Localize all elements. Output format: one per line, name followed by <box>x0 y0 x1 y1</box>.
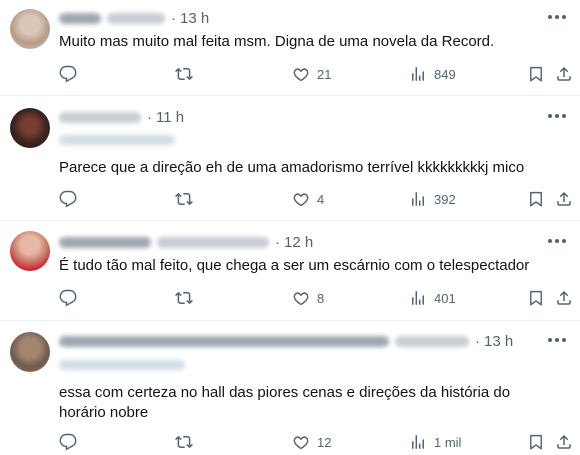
views-icon <box>412 291 424 305</box>
post-header: · 11 h <box>59 107 184 127</box>
views-icon <box>412 67 424 81</box>
share-icon <box>557 191 571 206</box>
bookmark-icon <box>530 66 542 82</box>
heart-icon <box>293 193 309 207</box>
blurred-subline <box>59 135 175 145</box>
post-actions: 21 849 <box>0 64 580 84</box>
like-count: 21 <box>317 66 332 82</box>
views-icon <box>412 435 424 449</box>
author-name[interactable] <box>59 236 151 248</box>
post[interactable]: · 13 h Muito mas muito mal feita msm. Di… <box>0 0 580 96</box>
blurred-subline <box>59 360 185 370</box>
post-actions: 8 401 <box>0 288 580 308</box>
more-icon[interactable] <box>548 15 566 21</box>
like-count: 4 <box>317 191 325 207</box>
bookmark-button[interactable] <box>527 288 545 308</box>
share-button[interactable] <box>555 64 573 84</box>
share-icon <box>557 434 571 449</box>
post-actions: 4 392 <box>0 189 580 209</box>
more-icon[interactable] <box>548 338 566 344</box>
post-header: · 12 h <box>59 232 313 252</box>
reply-button[interactable] <box>59 189 84 209</box>
author-handle[interactable] <box>107 12 165 24</box>
like-button[interactable]: 12 <box>292 432 331 452</box>
views-button[interactable]: 849 <box>409 64 456 84</box>
heart-icon <box>293 68 309 82</box>
repost-icon <box>175 192 193 206</box>
heart-icon <box>293 292 309 306</box>
repost-button[interactable] <box>175 288 200 308</box>
separator-dot: · <box>147 108 152 126</box>
share-icon <box>557 66 571 81</box>
post[interactable]: · 12 h É tudo tão mal feito, que chega a… <box>0 221 580 321</box>
post-text: Parece que a direção eh de uma amadorism… <box>59 159 525 176</box>
repost-button[interactable] <box>175 189 200 209</box>
author-name[interactable] <box>59 335 389 347</box>
post-time[interactable]: 12 h <box>284 234 313 251</box>
like-count: 8 <box>317 290 325 306</box>
post[interactable]: · 11 h Parece que a direção eh de uma am… <box>0 96 580 221</box>
bookmark-button[interactable] <box>527 432 545 452</box>
repost-button[interactable] <box>175 432 200 452</box>
post-time[interactable]: 13 h <box>180 10 209 27</box>
reply-button[interactable] <box>59 288 84 308</box>
like-button[interactable]: 4 <box>292 189 324 209</box>
views-button[interactable]: 401 <box>409 288 456 308</box>
post-text: É tudo tão mal feito, que chega a ser um… <box>59 257 530 274</box>
share-button[interactable] <box>555 288 573 308</box>
avatar[interactable] <box>10 332 50 372</box>
bookmark-icon <box>530 290 542 306</box>
separator-dot: · <box>171 9 176 27</box>
post[interactable]: · 13 h essa com certeza no hall das pior… <box>0 321 580 455</box>
repost-icon <box>175 435 193 449</box>
like-button[interactable]: 8 <box>292 288 324 308</box>
bookmark-button[interactable] <box>527 189 545 209</box>
bookmark-icon <box>530 191 542 207</box>
reply-icon <box>59 65 77 83</box>
share-button[interactable] <box>555 432 573 452</box>
views-count: 1 mil <box>434 434 462 450</box>
like-button[interactable]: 21 <box>292 64 331 84</box>
share-icon <box>557 290 571 305</box>
reply-icon <box>59 433 77 451</box>
avatar[interactable] <box>10 231 50 271</box>
more-icon[interactable] <box>548 239 566 245</box>
views-button[interactable]: 1 mil <box>409 432 461 452</box>
post-text: Muito mas muito mal feita msm. Digna de … <box>59 33 495 50</box>
post-header: · 13 h <box>59 8 209 28</box>
views-icon <box>412 192 424 206</box>
separator-dot: · <box>475 332 480 350</box>
views-count: 401 <box>434 290 456 306</box>
views-count: 392 <box>434 191 456 207</box>
post-time[interactable]: 13 h <box>484 333 513 350</box>
author-handle[interactable] <box>395 335 469 347</box>
reply-icon <box>59 289 77 307</box>
post-time[interactable]: 11 h <box>156 109 184 126</box>
reply-button[interactable] <box>59 64 84 84</box>
bookmark-icon <box>530 434 542 450</box>
separator-dot: · <box>275 233 280 251</box>
author-handle[interactable] <box>157 236 269 248</box>
post-header: · 13 h <box>59 331 513 351</box>
avatar[interactable] <box>10 108 50 148</box>
views-count: 849 <box>434 66 456 82</box>
repost-button[interactable] <box>175 64 200 84</box>
like-count: 12 <box>317 434 332 450</box>
post-actions: 12 1 mil <box>0 432 580 452</box>
more-icon[interactable] <box>548 114 566 120</box>
reply-icon <box>59 190 77 208</box>
bookmark-button[interactable] <box>527 64 545 84</box>
author-name[interactable] <box>59 12 101 24</box>
reply-button[interactable] <box>59 432 84 452</box>
views-button[interactable]: 392 <box>409 189 456 209</box>
author-handle[interactable] <box>59 111 141 123</box>
repost-icon <box>175 67 193 81</box>
share-button[interactable] <box>555 189 573 209</box>
post-text: essa com certeza no hall das piores cena… <box>59 384 511 421</box>
heart-icon <box>293 436 309 450</box>
repost-icon <box>175 291 193 305</box>
avatar[interactable] <box>10 9 50 49</box>
